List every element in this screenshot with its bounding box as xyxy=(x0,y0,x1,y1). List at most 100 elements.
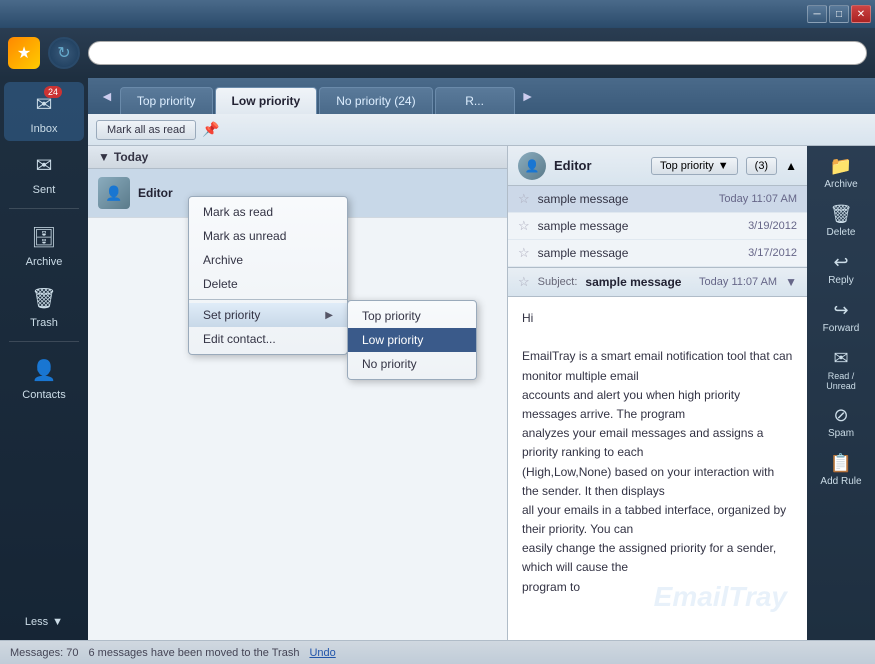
tab-low-priority[interactable]: Low priority xyxy=(215,87,318,114)
app-logo: ★ xyxy=(8,37,40,69)
ctx-edit-contact-label: Edit contact... xyxy=(203,332,276,346)
contacts-label: Contacts xyxy=(22,389,65,401)
right-msg-row-2[interactable]: ☆ sample message 3/19/2012 xyxy=(508,213,807,240)
ctx-mark-read[interactable]: Mark as read xyxy=(189,200,347,224)
refresh-button[interactable]: ↻ xyxy=(48,37,80,69)
toolbar: Mark all as read 📌 xyxy=(88,114,875,146)
action-archive[interactable]: 📁 Archive xyxy=(809,150,873,196)
archive-action-icon: 📁 xyxy=(830,156,852,177)
action-spam[interactable]: ⊘ Spam xyxy=(809,399,873,445)
action-read-unread[interactable]: ✉ Read / Unread xyxy=(809,342,873,397)
tabs: ◄ Top priority Low priority No priority … xyxy=(88,78,875,114)
sent-label: Sent xyxy=(33,184,56,196)
priority-dropdown-icon: ▼ xyxy=(718,160,729,172)
right-msg-row-1[interactable]: ☆ sample message Today 11:07 AM xyxy=(508,186,807,213)
sent-icon-container: ✉ xyxy=(28,149,60,181)
email-subject-label: Subject: xyxy=(538,276,578,288)
star-icon-1[interactable]: ☆ xyxy=(518,191,530,207)
ctx-separator xyxy=(189,299,347,300)
split-pane: ▼ Today 👤 Editor Mark as read Mark as un… xyxy=(88,146,875,640)
right-message-list: ☆ sample message Today 11:07 AM ☆ sample… xyxy=(508,186,807,268)
ctx-no-priority[interactable]: No priority xyxy=(348,352,476,376)
add-rule-action-label: Add Rule xyxy=(820,476,861,487)
sidebar-less-button[interactable]: Less ▼ xyxy=(4,612,84,632)
sidebar-item-trash[interactable]: 🗑 Trash xyxy=(4,276,84,335)
less-label: Less xyxy=(25,616,48,628)
avatar-icon: 👤 xyxy=(105,185,122,202)
star-icon-2[interactable]: ☆ xyxy=(518,218,530,234)
reply-action-icon: ↩ xyxy=(833,252,848,273)
expand-icon[interactable]: ▲ xyxy=(785,159,797,173)
archive-icon-container: 🗄 xyxy=(28,221,60,253)
trash-icon-container: 🗑 xyxy=(28,282,60,314)
sidebar-item-contacts[interactable]: 👤 Contacts xyxy=(4,348,84,407)
contact-name: Editor xyxy=(554,158,643,173)
search-input[interactable] xyxy=(88,41,867,65)
ctx-submenu-arrow: ▶ xyxy=(325,310,333,321)
spam-action-label: Spam xyxy=(828,428,854,439)
main-layout: ✉ 24 Inbox ✉ Sent 🗄 Archive 🗑 Trash xyxy=(0,78,875,640)
email-expand-icon[interactable]: ▼ xyxy=(785,275,797,289)
group-arrow-icon: ▼ xyxy=(98,150,110,164)
ctx-set-priority-label: Set priority xyxy=(203,308,260,322)
email-greeting: Hi xyxy=(522,309,793,328)
action-reply[interactable]: ↩ Reply xyxy=(809,246,873,292)
tab-top-priority[interactable]: Top priority xyxy=(120,87,213,114)
star-icon-3[interactable]: ☆ xyxy=(518,245,530,261)
minimize-button[interactable]: ─ xyxy=(807,5,827,23)
ctx-no-priority-label: No priority xyxy=(362,357,417,371)
chevron-down-icon: ▼ xyxy=(52,616,63,628)
inbox-icon-container: ✉ 24 xyxy=(28,88,60,120)
undo-button[interactable]: Undo xyxy=(309,647,335,659)
forward-action-label: Forward xyxy=(823,323,860,334)
ctx-archive[interactable]: Archive xyxy=(189,248,347,272)
msg-date-2: 3/19/2012 xyxy=(748,220,797,232)
ctx-delete-label: Delete xyxy=(203,277,238,291)
close-button[interactable]: ✕ xyxy=(851,5,871,23)
mark-all-read-button[interactable]: Mark all as read xyxy=(96,120,196,140)
message-sender: Editor xyxy=(138,186,173,200)
delete-action-label: Delete xyxy=(827,227,856,238)
priority-label: Top priority xyxy=(660,160,714,172)
ctx-mark-unread[interactable]: Mark as unread xyxy=(189,224,347,248)
trash-label: Trash xyxy=(30,317,58,329)
ctx-set-priority[interactable]: Set priority ▶ Top priority Low priority xyxy=(189,303,347,327)
sent-icon: ✉ xyxy=(36,153,53,178)
pin-icon[interactable]: 📌 xyxy=(202,121,219,138)
sidebar-item-inbox[interactable]: ✉ 24 Inbox xyxy=(4,82,84,141)
contacts-icon-container: 👤 xyxy=(28,354,60,386)
read-unread-action-icon: ✉ xyxy=(833,348,848,369)
avatar: 👤 xyxy=(98,177,130,209)
ctx-delete[interactable]: Delete xyxy=(189,272,347,296)
sidebar: ✉ 24 Inbox ✉ Sent 🗄 Archive 🗑 Trash xyxy=(0,78,88,640)
action-delete[interactable]: 🗑 Delete xyxy=(809,198,873,244)
tab-left-arrow[interactable]: ◄ xyxy=(96,84,118,108)
tab-right-arrow[interactable]: ► xyxy=(517,84,539,108)
logo-icon: ★ xyxy=(17,43,31,63)
message-list: ▼ Today 👤 Editor Mark as read Mark as un… xyxy=(88,146,508,640)
email-subject-text: sample message xyxy=(585,275,691,289)
tab-no-priority[interactable]: No priority (24) xyxy=(319,87,432,114)
ctx-top-priority[interactable]: Top priority xyxy=(348,304,476,328)
app-header: ★ ↻ xyxy=(0,28,875,78)
reply-action-label: Reply xyxy=(828,275,854,286)
email-star-icon[interactable]: ☆ xyxy=(518,274,530,290)
title-bar-buttons: ─ □ ✕ xyxy=(807,5,871,23)
maximize-button[interactable]: □ xyxy=(829,5,849,23)
right-msg-row-3[interactable]: ☆ sample message 3/17/2012 xyxy=(508,240,807,267)
priority-badge[interactable]: Top priority ▼ xyxy=(651,157,738,175)
trash-icon: 🗑 xyxy=(31,286,56,311)
archive-icon: 🗄 xyxy=(31,225,56,250)
msg-date-1: Today 11:07 AM xyxy=(719,193,797,205)
sidebar-item-sent[interactable]: ✉ Sent xyxy=(4,143,84,202)
action-add-rule[interactable]: 📋 Add Rule xyxy=(809,447,873,493)
ctx-low-priority[interactable]: Low priority xyxy=(348,328,476,352)
tab-r[interactable]: R... xyxy=(435,87,515,114)
ctx-low-priority-label: Low priority xyxy=(362,333,423,347)
msg-subject-2: sample message xyxy=(538,219,740,233)
sidebar-item-archive[interactable]: 🗄 Archive xyxy=(4,215,84,274)
ctx-edit-contact[interactable]: Edit contact... xyxy=(189,327,347,351)
action-forward[interactable]: ↪ Forward xyxy=(809,294,873,340)
group-header-label: Today xyxy=(114,150,148,164)
ctx-mark-read-label: Mark as read xyxy=(203,205,273,219)
